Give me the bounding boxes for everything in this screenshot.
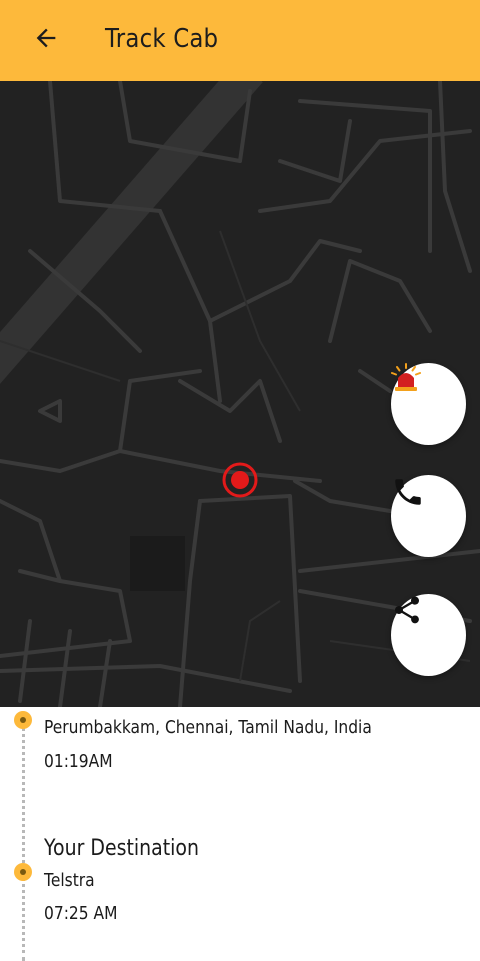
sos-alarm-button[interactable] [391, 363, 466, 445]
arrow-left-icon [36, 28, 56, 48]
share-button[interactable] [391, 594, 466, 676]
share-icon [395, 596, 419, 624]
destination-heading: Your Destination [44, 836, 199, 861]
location-pin-icon [222, 462, 258, 498]
pickup-address: Perumbakkam, Chennai, Tamil Nadu, India [44, 717, 372, 738]
pickup-time: 01:19AM [44, 751, 113, 772]
page-title: Track Cab [105, 24, 219, 54]
destination-name: Telstra [44, 870, 95, 891]
destination-marker-icon [14, 863, 32, 881]
app-bar: Track Cab [0, 0, 480, 81]
trip-timeline: Perumbakkam, Chennai, Tamil Nadu, India … [0, 707, 480, 961]
pickup-marker-icon [14, 711, 32, 729]
call-button[interactable] [391, 475, 466, 557]
siren-icon [391, 363, 421, 391]
timeline-connector [22, 721, 25, 961]
phone-icon [395, 479, 421, 505]
back-button[interactable] [26, 18, 66, 58]
map-view[interactable] [0, 81, 480, 707]
destination-time: 07:25 AM [44, 903, 118, 924]
